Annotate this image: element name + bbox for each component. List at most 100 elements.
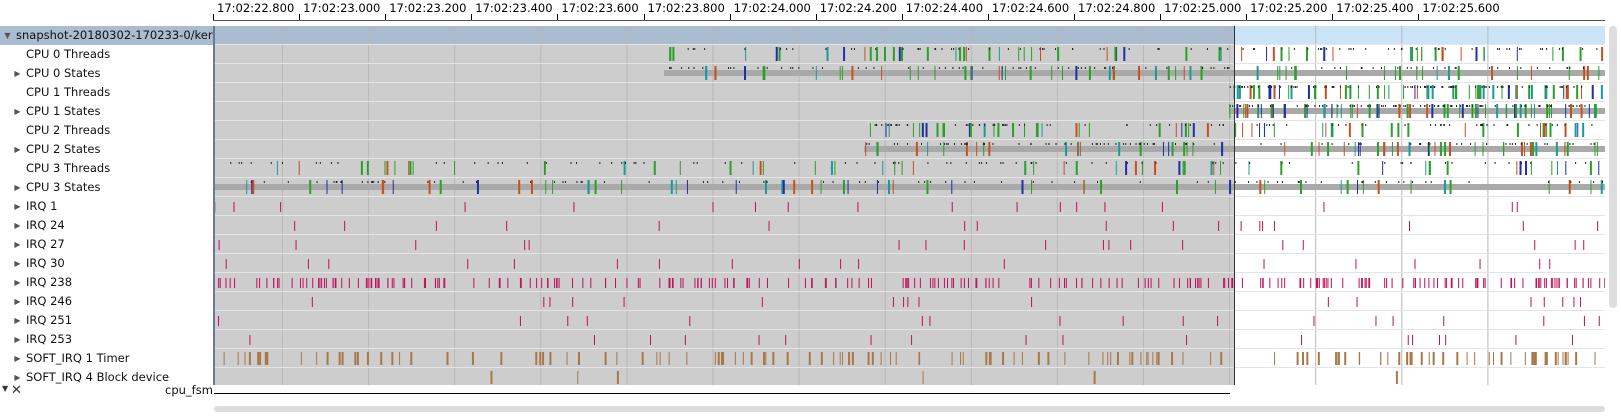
tree-row[interactable]: ▶ IRQ 30 bbox=[0, 254, 213, 273]
event-dot bbox=[241, 162, 243, 164]
event-dot bbox=[744, 48, 746, 50]
thread-event bbox=[1354, 142, 1356, 156]
event-dot bbox=[611, 162, 613, 164]
event-dot bbox=[1582, 48, 1584, 50]
tree-row[interactable]: ▶ CPU 1 States bbox=[0, 102, 213, 121]
chevron-right-icon[interactable]: ▶ bbox=[13, 330, 22, 349]
event-dot bbox=[1361, 124, 1363, 126]
chevron-down-icon[interactable]: ▼ bbox=[2, 384, 8, 393]
softirq-event bbox=[842, 352, 844, 365]
irq-event bbox=[1207, 278, 1209, 288]
event-dot bbox=[335, 181, 337, 183]
irq-event bbox=[1197, 278, 1199, 288]
irq-event bbox=[425, 278, 427, 288]
event-dot bbox=[1456, 105, 1458, 107]
event-dot bbox=[1443, 105, 1445, 107]
tree-row[interactable]: ▶ CPU 3 States bbox=[0, 178, 213, 197]
irq-event bbox=[291, 278, 293, 288]
thread-event bbox=[1263, 123, 1265, 137]
tree-row[interactable]: CPU 0 Threads bbox=[0, 45, 213, 64]
irq-event bbox=[964, 221, 966, 231]
event-dot bbox=[844, 162, 846, 164]
chevron-right-icon[interactable]: ▶ bbox=[13, 292, 22, 311]
chevron-right-icon[interactable]: ▶ bbox=[13, 140, 22, 159]
event-dot bbox=[1426, 86, 1428, 88]
thread-event bbox=[530, 180, 533, 194]
thread-event bbox=[951, 180, 953, 194]
thread-event bbox=[1409, 104, 1412, 118]
event-dot bbox=[874, 124, 876, 126]
vertical-scrollbar[interactable] bbox=[1609, 26, 1617, 308]
irq-event bbox=[1045, 240, 1047, 250]
chevron-right-icon[interactable]: ▶ bbox=[13, 254, 22, 273]
tree-row[interactable]: ▶ IRQ 27 bbox=[0, 235, 213, 254]
irq-event bbox=[1323, 278, 1325, 288]
chevron-down-icon[interactable]: ▼ bbox=[3, 26, 12, 45]
chevron-right-icon[interactable]: ▶ bbox=[13, 102, 22, 121]
tree-row[interactable]: ▶ CPU 0 States bbox=[0, 64, 213, 83]
tree-row[interactable]: CPU 3 Threads bbox=[0, 159, 213, 178]
thread-event bbox=[1024, 161, 1027, 175]
event-dot bbox=[1321, 143, 1323, 145]
thread-event bbox=[864, 47, 866, 61]
event-dot bbox=[1519, 48, 1521, 50]
tree-row[interactable]: ▶ IRQ 251 bbox=[0, 311, 213, 330]
chevron-right-icon[interactable]: ▶ bbox=[13, 311, 22, 330]
chevron-right-icon[interactable]: ▶ bbox=[13, 64, 22, 83]
irq-event bbox=[1439, 335, 1441, 345]
chevron-right-icon[interactable]: ▶ bbox=[13, 216, 22, 235]
tree-row[interactable]: ▶ IRQ 253 bbox=[0, 330, 213, 349]
event-dot bbox=[875, 48, 877, 50]
tree-row[interactable]: CPU 2 Threads bbox=[0, 121, 213, 140]
horizontal-scrollbar[interactable] bbox=[214, 406, 1605, 412]
event-dot bbox=[893, 143, 895, 145]
thread-event bbox=[1441, 47, 1444, 61]
chevron-right-icon[interactable]: ▶ bbox=[13, 349, 22, 368]
tree-root-row[interactable]: ▼ snapshot-20180302-170233-0/kerr bbox=[0, 26, 213, 45]
event-dot bbox=[1468, 105, 1470, 107]
tree-row[interactable]: ▶ IRQ 24 bbox=[0, 216, 213, 235]
close-icon[interactable]: ✕ bbox=[11, 383, 22, 398]
thread-event bbox=[1175, 180, 1178, 194]
event-dot bbox=[1068, 67, 1070, 69]
irq-event bbox=[435, 278, 437, 288]
tree-row[interactable]: ▶ IRQ 238 bbox=[0, 273, 213, 292]
tree-row[interactable]: ▶ SOFT_IRQ 1 Timer bbox=[0, 349, 213, 368]
time-ruler[interactable]: 17:02:22.800 17:02:23.000 17:02:23.200 17:0… bbox=[213, 0, 1605, 21]
event-dot bbox=[741, 162, 743, 164]
event-dot bbox=[230, 162, 232, 164]
softirq-event bbox=[1156, 352, 1158, 365]
irq-event bbox=[914, 278, 916, 288]
tree-row[interactable]: ▶ IRQ 1 bbox=[0, 197, 213, 216]
irq-event bbox=[851, 278, 853, 288]
event-dot bbox=[1486, 124, 1488, 126]
chevron-right-icon[interactable]: ▶ bbox=[13, 273, 22, 292]
event-dot bbox=[1184, 124, 1186, 126]
time-graph-canvas[interactable] bbox=[214, 26, 1605, 385]
event-dot bbox=[887, 124, 889, 126]
irq-event bbox=[700, 278, 702, 288]
irq-event bbox=[1262, 278, 1264, 288]
irq-event bbox=[1516, 202, 1518, 212]
irq-event bbox=[1231, 278, 1233, 288]
time-graph-area[interactable] bbox=[214, 26, 1605, 385]
thread-event bbox=[1088, 66, 1091, 80]
irq-event bbox=[1277, 278, 1279, 288]
softirq-event bbox=[765, 352, 767, 365]
event-dot bbox=[981, 162, 983, 164]
chevron-right-icon[interactable]: ▶ bbox=[13, 197, 22, 216]
thread-event bbox=[1390, 123, 1393, 137]
irq-event bbox=[1081, 278, 1083, 288]
chevron-right-icon[interactable]: ▶ bbox=[13, 235, 22, 254]
tree-row[interactable]: CPU 1 Threads bbox=[0, 83, 213, 102]
softirq-event bbox=[1102, 352, 1104, 365]
chevron-right-icon[interactable]: ▶ bbox=[13, 178, 22, 197]
thread-event bbox=[842, 180, 845, 194]
event-dot bbox=[1443, 124, 1445, 126]
irq-event bbox=[1514, 278, 1516, 288]
event-dot bbox=[1419, 143, 1421, 145]
irq-event bbox=[1076, 278, 1078, 288]
irq-event bbox=[1327, 297, 1329, 307]
tree-row[interactable]: ▶ CPU 2 States bbox=[0, 140, 213, 159]
tree-row[interactable]: ▶ IRQ 246 bbox=[0, 292, 213, 311]
